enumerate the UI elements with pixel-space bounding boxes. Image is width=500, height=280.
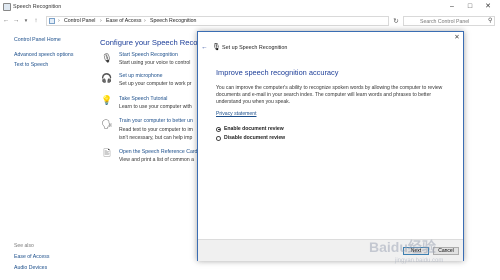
nav-control-panel-home[interactable]: Control Panel Home <box>14 37 61 43</box>
chevron-right-icon: › <box>58 18 60 24</box>
train-voice-icon: 🗣 <box>101 119 113 129</box>
speech-recognition-icon <box>3 3 11 11</box>
search-input[interactable] <box>420 18 490 25</box>
forward-arrow-icon[interactable]: → <box>12 15 20 27</box>
radio-button[interactable] <box>216 126 221 132</box>
refresh-icon[interactable]: ↻ <box>391 17 401 26</box>
baidu-watermark: Baidu经验 jingyan.baidu.com <box>369 239 443 264</box>
chevron-right-icon: › <box>144 18 146 24</box>
nav-advanced-speech-options[interactable]: Advanced speech options <box>14 52 73 58</box>
option-link[interactable]: Start Speech Recognition <box>119 52 178 58</box>
recent-locations-icon[interactable]: ▼ <box>22 15 30 27</box>
microphone-icon: 🎙 <box>212 44 221 51</box>
option-desc: View and print a list of common a <box>119 157 194 163</box>
search-box[interactable]: ⚲ <box>403 16 495 26</box>
minimize-icon[interactable]: – <box>447 2 457 12</box>
speech-recognition-window: Speech Recognition – □ ✕ ← → ▼ ↑ › Contr… <box>0 0 500 280</box>
radio-label: Enable document review <box>224 126 284 132</box>
option-desc: Set up your computer to work pr <box>119 81 192 87</box>
search-icon[interactable]: ⚲ <box>488 18 492 25</box>
microphone-icon: 🎙 <box>101 53 113 63</box>
option-desc: Learn to use your computer with <box>119 104 192 110</box>
address-bar: ← → ▼ ↑ › Control Panel › Ease of Access… <box>0 14 500 28</box>
option-desc: Start using your voice to control <box>119 60 191 66</box>
radio-button[interactable] <box>216 135 221 141</box>
breadcrumb-control-panel[interactable]: Control Panel <box>64 18 95 25</box>
option-desc: Read text to your computer to im <box>119 127 193 133</box>
window-title: Speech Recognition <box>13 4 62 10</box>
close-icon[interactable]: ✕ <box>483 2 493 12</box>
radio-disable-document-review[interactable]: Disable document review <box>216 135 285 141</box>
control-panel-icon <box>49 18 55 24</box>
option-desc: isn't necessary, but can help imp <box>119 135 193 141</box>
see-also-heading: See also <box>14 243 34 249</box>
maximize-icon[interactable]: □ <box>465 2 475 12</box>
watermark-text: Baidu经验 <box>369 239 437 255</box>
chevron-right-icon: › <box>100 18 102 24</box>
dialog-title: Set up Speech Recognition <box>222 45 288 51</box>
breadcrumb-ease-of-access[interactable]: Ease of Access <box>106 18 141 25</box>
up-arrow-icon[interactable]: ↑ <box>32 15 40 27</box>
back-arrow-icon[interactable]: ← <box>201 43 209 52</box>
lightbulb-icon: 💡 <box>101 95 113 105</box>
title-bar: Speech Recognition – □ ✕ <box>0 0 500 14</box>
see-also-ease-of-access[interactable]: Ease of Access <box>14 254 49 260</box>
privacy-statement-link[interactable]: Privacy statement <box>216 111 256 117</box>
dialog-heading: Improve speech recognition accuracy <box>216 68 339 77</box>
close-icon[interactable]: ✕ <box>452 33 462 42</box>
option-link[interactable]: Open the Speech Reference Card <box>119 149 197 155</box>
watermark-url: jingyan.baidu.com <box>394 258 443 264</box>
option-link[interactable]: Take Speech Tutorial <box>119 96 167 102</box>
page-title: Configure your Speech Recognit <box>100 38 210 47</box>
address-box[interactable]: › Control Panel › Ease of Access › Speec… <box>46 16 430 26</box>
back-arrow-icon[interactable]: ← <box>2 15 10 27</box>
option-link[interactable]: Train your computer to better un <box>119 118 193 124</box>
radio-label: Disable document review <box>224 135 286 141</box>
reference-card-icon: 🖹 <box>103 148 111 158</box>
breadcrumb-speech-recognition[interactable]: Speech Recognition <box>150 18 196 25</box>
headset-icon: 🎧 <box>101 73 113 83</box>
see-also-audio-devices[interactable]: Audio Devices <box>14 265 47 271</box>
setup-wizard-dialog: ✕ ← 🎙 Set up Speech Recognition Improve … <box>197 31 464 261</box>
dialog-body-line: understand you when you speak. <box>216 99 291 105</box>
nav-text-to-speech[interactable]: Text to Speech <box>14 62 48 68</box>
radio-enable-document-review[interactable]: Enable document review <box>216 126 284 132</box>
option-link[interactable]: Set up microphone <box>119 73 163 79</box>
